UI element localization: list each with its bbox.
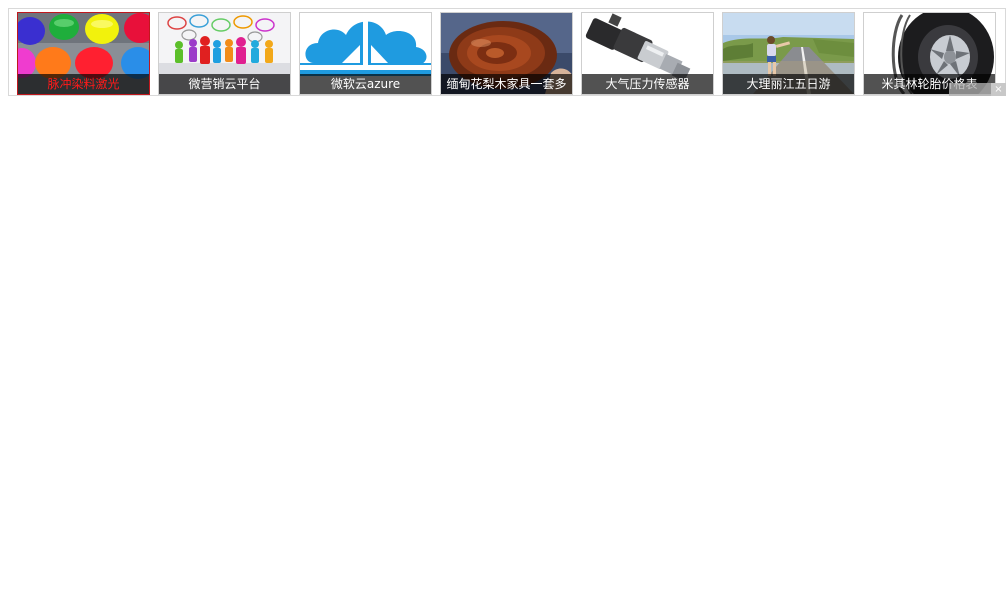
ad-caption: 微营销云平台 bbox=[159, 74, 290, 94]
ad-item-micro-marketing[interactable]: 微营销云平台 bbox=[158, 12, 291, 95]
ad-item-rosewood-furniture[interactable]: 缅甸花梨木家具一套多 bbox=[440, 12, 573, 95]
ad-caption: 缅甸花梨木家具一套多 bbox=[441, 74, 572, 94]
ad-caption: 微软云azure bbox=[300, 74, 431, 94]
ad-item-dali-lijiang-tour[interactable]: 大理丽江五日游 bbox=[722, 12, 855, 95]
ad-item-pressure-sensor[interactable]: 大气压力传感器 bbox=[581, 12, 714, 95]
ad-item-dye-laser[interactable]: 脉冲染料激光 bbox=[17, 12, 150, 95]
ad-strip: 脉冲染料激光 微营销云平台 微软云azure 缅甸花梨木家具一套多 大气压力传感… bbox=[8, 8, 1006, 96]
ad-item-azure[interactable]: 微软云azure bbox=[299, 12, 432, 95]
ad-caption: 大气压力传感器 bbox=[582, 74, 713, 94]
ad-caption: 大理丽江五日游 bbox=[723, 74, 854, 94]
ad-caption: 脉冲染料激光 bbox=[18, 74, 149, 94]
close-icon[interactable]: × bbox=[991, 83, 1006, 96]
ad-badge: × bbox=[949, 83, 1006, 96]
